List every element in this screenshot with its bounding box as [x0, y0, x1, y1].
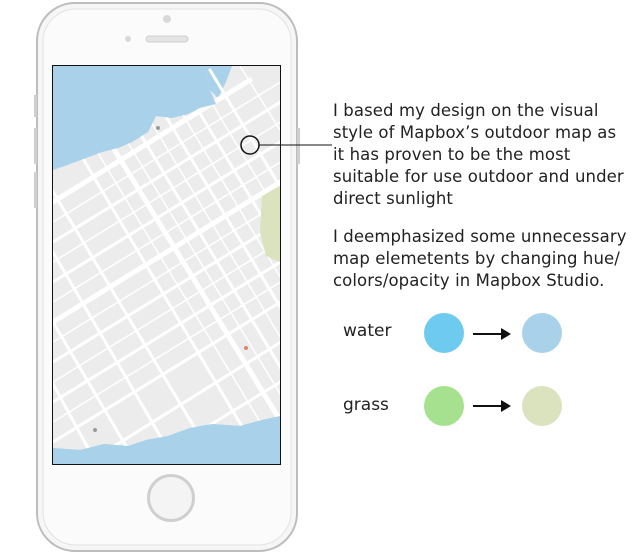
poi-icon — [93, 428, 97, 432]
arrow-right-icon — [473, 400, 511, 412]
design-note-1: I based my design on the visual style of… — [333, 100, 642, 210]
home-button-icon[interactable] — [147, 474, 195, 522]
speaker-grille — [145, 35, 189, 43]
water-label: water — [343, 321, 392, 341]
poi-icon — [244, 346, 248, 350]
grass-after-swatch — [522, 386, 562, 426]
front-camera — [163, 15, 171, 23]
poi-icon — [156, 126, 160, 130]
volume-button — [34, 172, 37, 208]
map-view[interactable] — [40, 66, 300, 480]
grass-label: grass — [343, 395, 389, 415]
note-text-1: I based my design on the visual style of… — [333, 101, 624, 208]
volume-button — [34, 95, 37, 117]
water-before-swatch — [424, 313, 464, 353]
design-note-2: I deemphasized some unnecessary map elem… — [333, 226, 642, 292]
volume-button — [34, 128, 37, 164]
water-after-swatch — [522, 313, 562, 353]
sensor — [125, 36, 131, 42]
grass-before-swatch — [424, 386, 464, 426]
power-button — [297, 128, 300, 164]
note-text-2: I deemphasized some unnecessary map elem… — [333, 227, 627, 290]
arrow-right-icon — [473, 328, 511, 340]
